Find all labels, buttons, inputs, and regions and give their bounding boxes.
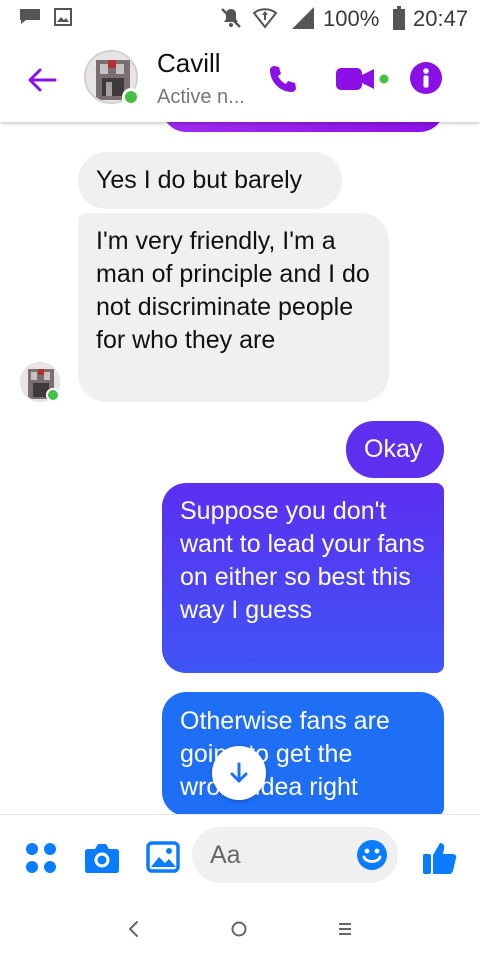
clock: 20:47 xyxy=(413,6,469,31)
signal-icon xyxy=(292,7,314,29)
video-camera-icon xyxy=(336,68,389,90)
message-input-placeholder: Aa xyxy=(210,841,241,869)
video-call-button[interactable] xyxy=(334,62,392,96)
contact-name[interactable]: Cavill xyxy=(157,48,221,79)
back-nav-icon xyxy=(129,921,138,937)
back-arrow-icon xyxy=(28,68,57,92)
gallery-icon[interactable] xyxy=(146,841,180,873)
thumbs-up-icon[interactable] xyxy=(422,839,458,875)
battery-percentage: 100% xyxy=(323,6,380,31)
incoming-message[interactable]: Yes I do but barely xyxy=(78,152,342,209)
camera-icon[interactable] xyxy=(84,841,120,875)
message-list[interactable]: Yes I do but barely I'm very friendly, I… xyxy=(0,122,480,814)
outgoing-message[interactable]: Otherwise fans are going to get the wron… xyxy=(162,692,444,814)
info-icon xyxy=(423,68,429,88)
system-navigation-bar xyxy=(0,902,480,960)
home-icon xyxy=(231,921,247,937)
conversation-header: Cavill Active n... xyxy=(0,38,480,122)
outgoing-message[interactable]: Suppose you don't want to lead your fans… xyxy=(162,483,444,673)
online-indicator xyxy=(122,88,140,106)
voice-call-button[interactable] xyxy=(264,60,302,98)
contact-active-status: Active n... xyxy=(157,86,245,108)
mute-icon xyxy=(221,8,241,28)
battery-icon xyxy=(393,6,405,30)
nav-back-button[interactable] xyxy=(118,914,148,944)
outgoing-message[interactable]: Okay xyxy=(346,421,444,478)
nav-home-button[interactable] xyxy=(224,914,254,944)
message-composer: Aa xyxy=(0,814,480,902)
status-bar: 100% 20:47 xyxy=(0,0,480,38)
apps-grid-icon[interactable] xyxy=(24,841,58,875)
data-icon xyxy=(252,8,278,29)
scroll-to-bottom-button[interactable] xyxy=(212,746,266,800)
previous-outgoing-message[interactable] xyxy=(162,122,444,132)
back-button[interactable] xyxy=(24,62,60,98)
phone-icon xyxy=(270,66,296,92)
nav-recents-button[interactable] xyxy=(330,914,360,944)
incoming-message[interactable]: I'm very friendly, I'm a man of principl… xyxy=(78,213,389,402)
online-indicator xyxy=(46,388,60,402)
chat-notification-icon xyxy=(20,9,40,24)
arrow-down-icon xyxy=(230,762,248,783)
recents-icon xyxy=(339,923,351,935)
emoji-icon[interactable] xyxy=(356,839,388,871)
info-button[interactable] xyxy=(410,62,442,94)
message-input[interactable]: Aa xyxy=(192,827,398,883)
image-notification-icon xyxy=(54,8,72,26)
